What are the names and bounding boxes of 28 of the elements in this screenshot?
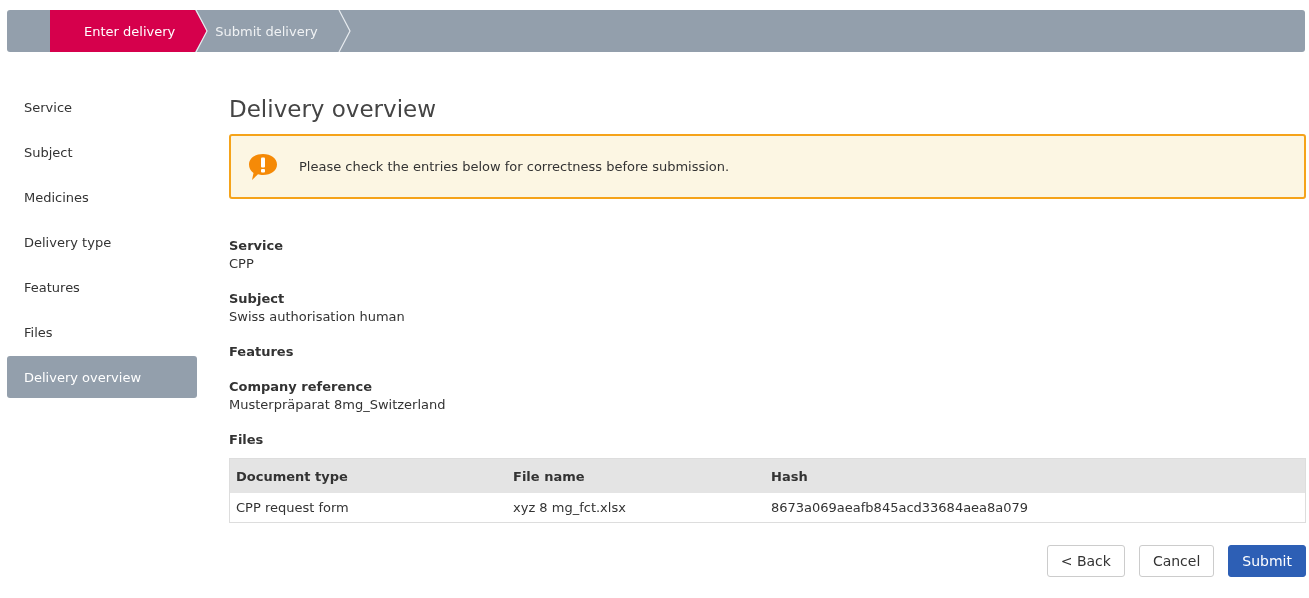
field-value: Musterpräparat 8mg_Switzerland	[229, 396, 447, 414]
field-label: Company reference	[229, 378, 374, 396]
field-value: Swiss authorisation human	[229, 308, 406, 326]
field-label: Features	[229, 343, 295, 361]
sidebar-item[interactable]: Service	[7, 86, 197, 128]
action-button[interactable]: < Back	[1046, 545, 1125, 577]
sidebar-item[interactable]: Features	[7, 266, 197, 308]
field-label: Files	[229, 431, 265, 449]
sidebar-item[interactable]: Medicines	[7, 176, 197, 218]
warning-icon	[247, 151, 279, 182]
table-cell: CPP request form	[229, 493, 507, 523]
chevron-icon	[337, 10, 352, 52]
field-label: Service	[229, 237, 285, 255]
action-button[interactable]: Cancel	[1138, 545, 1215, 577]
column-header: File name	[507, 458, 765, 493]
column-header: Hash	[765, 458, 1306, 493]
sidebar-item[interactable]: Files	[7, 311, 197, 353]
table-cell: 8673a069aeafb845acd33684aea8a079	[765, 493, 1306, 523]
table-cell: xyz 8 mg_fct.xlsx	[507, 493, 765, 523]
field-value: CPP	[229, 255, 255, 273]
field-label: Subject	[229, 290, 286, 308]
sidebar-item[interactable]: Subject	[7, 131, 197, 173]
alert-message: Please check the entries below for correctness before submission.	[299, 159, 730, 174]
chevron-icon	[195, 10, 210, 52]
sidebar-item[interactable]: Delivery type	[7, 221, 197, 263]
column-header: Document type	[229, 458, 507, 493]
page-title: Delivery overview	[229, 96, 438, 122]
submit-button[interactable]: Submit	[1228, 545, 1306, 577]
